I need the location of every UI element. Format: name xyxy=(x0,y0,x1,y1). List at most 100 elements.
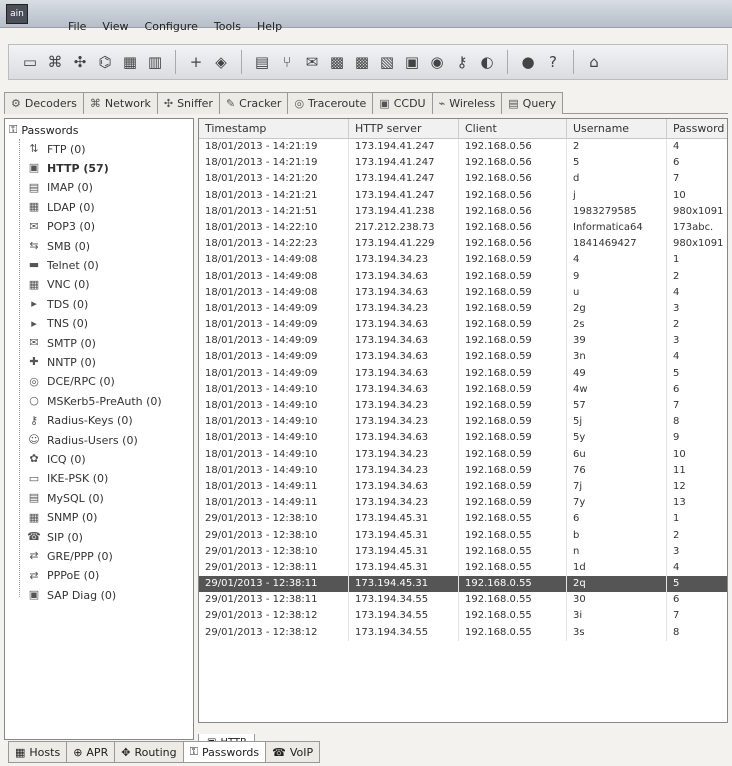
menu-help[interactable]: Help xyxy=(249,20,290,36)
tree-item-ldap[interactable]: ▦ LDAP (0) xyxy=(27,198,95,216)
tree-item-sip[interactable]: ☎ SIP (0) xyxy=(27,528,83,546)
tree-item-ftp[interactable]: ⇅ FTP (0) xyxy=(27,140,85,158)
table-row[interactable]: 18/01/2013 - 14:49:09 173.194.34.63 192.16… xyxy=(199,365,727,382)
db-icon[interactable]: ◉ xyxy=(426,51,448,73)
key-icon[interactable]: ⚷ xyxy=(451,51,473,73)
tab-traceroute[interactable]: ◎ Traceroute xyxy=(287,92,374,114)
table-row[interactable]: 18/01/2013 - 14:21:21 173.194.41.247 192.1… xyxy=(199,187,727,204)
hash1-icon[interactable]: ▩ xyxy=(326,51,348,73)
tree-item-icq[interactable]: ✿ ICQ (0) xyxy=(27,450,85,468)
tab-network[interactable]: ⌘ Network xyxy=(82,92,158,114)
bottom-tab-voip[interactable]: ☎ VoIP xyxy=(265,741,321,763)
tree-item-dce-rpc[interactable]: ◎ DCE/RPC (0) xyxy=(27,373,115,391)
tree-item-telnet[interactable]: ▬ Telnet (0) xyxy=(27,256,99,274)
table-row[interactable]: 18/01/2013 - 14:49:08 173.194.34.23 192.16… xyxy=(199,252,727,269)
table-row[interactable]: 29/01/2013 - 12:38:11 173.194.45.31 192.16… xyxy=(199,559,727,577)
tree-item-smtp[interactable]: ✉ SMTP (0) xyxy=(27,334,96,352)
info-icon[interactable]: ● xyxy=(517,51,539,73)
lock-icon[interactable]: ◐ xyxy=(476,51,498,73)
table-row[interactable]: 18/01/2013 - 14:49:08 173.194.34.63 192.16… xyxy=(199,284,727,301)
table-row[interactable]: 29/01/2013 - 12:38:12 173.194.34.55 192.16… xyxy=(199,624,727,641)
app-icon[interactable]: ain xyxy=(6,4,28,24)
bottom-tab-apr[interactable]: ⊕ APR xyxy=(66,741,116,763)
tree-item-tns[interactable]: ▸ TNS (0) xyxy=(27,315,88,333)
tree-item-pop3[interactable]: ✉ POP3 (0) xyxy=(27,218,95,236)
table-row[interactable]: 29/01/2013 - 12:38:10 173.194.45.31 192.16… xyxy=(199,527,727,544)
table-row[interactable]: 18/01/2013 - 14:49:10 173.194.34.63 192.16… xyxy=(199,430,727,447)
table-row[interactable]: 29/01/2013 - 12:38:11 173.194.45.31 192.16… xyxy=(199,576,727,593)
tree-item-gre-ppp[interactable]: ⇄ GRE/PPP (0) xyxy=(27,547,112,565)
tree-item-radius-keys[interactable]: ⚷ Radius-Keys (0) xyxy=(27,412,133,430)
tree-item-radius-users[interactable]: ☺ Radius-Users (0) xyxy=(27,431,137,449)
menu-tools[interactable]: Tools xyxy=(206,20,249,36)
table-row[interactable]: 18/01/2013 - 14:49:10 173.194.34.23 192.16… xyxy=(199,462,727,479)
table-row[interactable]: 18/01/2013 - 14:21:19 173.194.41.247 192.1… xyxy=(199,155,727,172)
tab-sniffer[interactable]: ✣ Sniffer xyxy=(156,92,220,114)
route-icon[interactable]: ⑂ xyxy=(276,51,298,73)
column-header-http-server[interactable]: HTTP server xyxy=(349,119,459,139)
table-row[interactable]: 18/01/2013 - 14:49:09 173.194.34.63 192.16… xyxy=(199,317,727,334)
message-icon[interactable]: ✉ xyxy=(301,51,323,73)
tree-item-mskerb5-preauth[interactable]: ○ MSKerb5-PreAuth (0) xyxy=(27,392,162,410)
table-row[interactable]: 18/01/2013 - 14:49:10 173.194.34.23 192.16… xyxy=(199,414,727,431)
barcode-icon[interactable]: ▥ xyxy=(144,51,166,73)
table-row[interactable]: 18/01/2013 - 14:22:10 217.212.238.73 192.1… xyxy=(199,219,727,237)
tree-item-nntp[interactable]: ✚ NNTP (0) xyxy=(27,353,96,371)
tree-item-tds[interactable]: ▸ TDS (0) xyxy=(27,295,88,313)
table-row[interactable]: 18/01/2013 - 14:49:11 173.194.34.63 192.16… xyxy=(199,478,727,496)
table-row[interactable]: 18/01/2013 - 14:21:20 173.194.41.247 192.1… xyxy=(199,171,727,188)
table-row[interactable]: 18/01/2013 - 14:21:51 173.194.41.238 192.1… xyxy=(199,203,727,220)
tree-root[interactable]: ⚿ Passwords xyxy=(9,123,79,137)
tree-item-imap[interactable]: ▤ IMAP (0) xyxy=(27,179,93,197)
network-icon[interactable]: ⌘ xyxy=(44,51,66,73)
tree-item-mysql[interactable]: ▤ MySQL (0) xyxy=(27,489,104,507)
tree-item-smb[interactable]: ⇆ SMB (0) xyxy=(27,237,90,255)
column-header-username[interactable]: Username xyxy=(567,119,667,139)
table-row[interactable]: 18/01/2013 - 14:49:10 173.194.34.23 192.16… xyxy=(199,398,727,415)
table-row[interactable]: 18/01/2013 - 14:21:19 173.194.41.247 192.1… xyxy=(199,139,727,156)
tab-decoders[interactable]: ⚙ Decoders xyxy=(4,92,84,114)
bookmark-icon[interactable]: ⌂ xyxy=(583,51,605,73)
bottom-tab-hosts[interactable]: ▦ Hosts xyxy=(8,741,68,763)
table-row[interactable]: 18/01/2013 - 14:49:10 173.194.34.63 192.16… xyxy=(199,381,727,398)
open-icon[interactable]: ▭ xyxy=(19,51,41,73)
column-header-timestamp[interactable]: Timestamp xyxy=(199,119,349,139)
menu-file[interactable]: File xyxy=(60,20,94,36)
clipboard-icon[interactable]: ▤ xyxy=(251,51,273,73)
table-row[interactable]: 18/01/2013 - 14:49:08 173.194.34.63 192.16… xyxy=(199,268,727,285)
tab-cracker[interactable]: ✎ Cracker xyxy=(218,92,289,114)
tree-item-pppoe[interactable]: ⇄ PPPoE (0) xyxy=(27,567,99,585)
table-row[interactable]: 18/01/2013 - 14:49:09 173.194.34.63 192.16… xyxy=(199,349,727,366)
table-row[interactable]: 29/01/2013 - 12:38:10 173.194.45.31 192.16… xyxy=(199,511,727,528)
tree-item-http[interactable]: ▣ HTTP (57) xyxy=(27,159,109,177)
plus-icon[interactable]: + xyxy=(185,51,207,73)
column-header-password[interactable]: Password xyxy=(667,119,727,139)
bottom-tab-passwords[interactable]: ⚿ Passwords xyxy=(182,741,267,763)
table-row[interactable]: 29/01/2013 - 12:38:12 173.194.34.55 192.16… xyxy=(199,608,727,625)
table-row[interactable]: 29/01/2013 - 12:38:11 173.194.34.55 192.16… xyxy=(199,592,727,609)
table-row[interactable]: 18/01/2013 - 14:49:10 173.194.34.23 192.16… xyxy=(199,446,727,463)
column-header-client[interactable]: Client xyxy=(459,119,567,139)
shield-icon[interactable]: ◈ xyxy=(210,51,232,73)
table-row[interactable]: 18/01/2013 - 14:49:11 173.194.34.23 192.16… xyxy=(199,495,727,512)
table-row[interactable]: 18/01/2013 - 14:49:09 173.194.34.23 192.16… xyxy=(199,300,727,318)
hash2-icon[interactable]: ▩ xyxy=(351,51,373,73)
grid-icon[interactable]: ▦ xyxy=(119,51,141,73)
sniffer-icon[interactable]: ✣ xyxy=(69,51,91,73)
table-row[interactable]: 18/01/2013 - 14:49:09 173.194.34.63 192.16… xyxy=(199,333,727,350)
tree-item-sap[interactable]: ▣ SAP Diag (0) xyxy=(27,586,116,604)
tab-query[interactable]: ▤ Query xyxy=(501,92,564,114)
menu-view[interactable]: View xyxy=(94,20,136,36)
tree-icon[interactable]: ⌬ xyxy=(94,51,116,73)
tab-wireless[interactable]: ⌁ Wireless xyxy=(431,92,503,114)
table-row[interactable]: 29/01/2013 - 12:38:10 173.194.45.31 192.16… xyxy=(199,543,727,560)
tree-item-ike-psk[interactable]: ▭ IKE-PSK (0) xyxy=(27,470,109,488)
tree-item-vnc[interactable]: ▦ VNC (0) xyxy=(27,276,90,294)
help-icon[interactable]: ? xyxy=(542,51,564,73)
cert-icon[interactable]: ▣ xyxy=(401,51,423,73)
table-row[interactable]: 18/01/2013 - 14:22:23 173.194.41.229 192.1… xyxy=(199,236,727,253)
tree-item-snmp[interactable]: ▦ SNMP (0) xyxy=(27,509,98,527)
hash3-icon[interactable]: ▧ xyxy=(376,51,398,73)
tab-ccdu[interactable]: ▣ CCDU xyxy=(372,92,433,114)
bottom-tab-routing[interactable]: ✥ Routing xyxy=(114,741,184,763)
